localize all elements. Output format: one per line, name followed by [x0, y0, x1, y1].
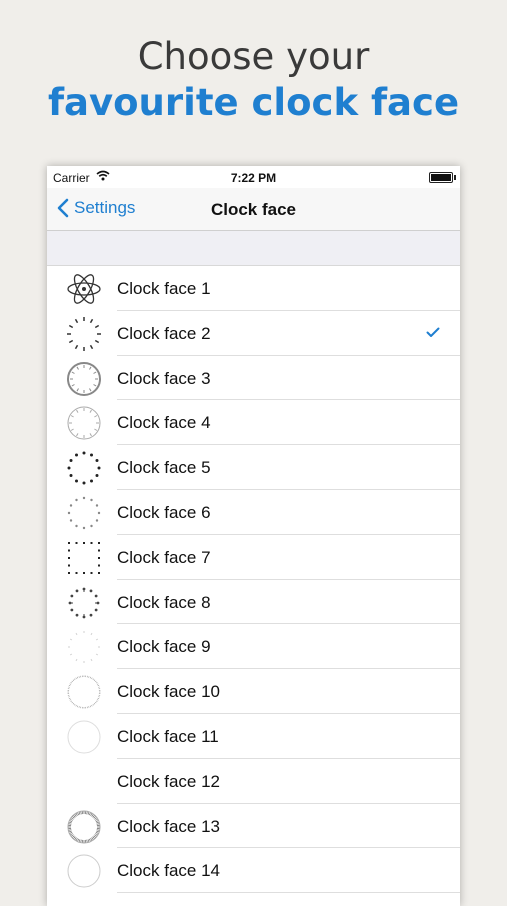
list-item[interactable]: Clock face 4 — [47, 400, 460, 445]
list-item-label: Clock face 11 — [117, 727, 219, 747]
list-item[interactable]: Clock face 6 — [47, 490, 460, 535]
phone-screen: Carrier 7:22 PM Settings Clock face Cloc… — [47, 166, 460, 906]
list-item-label: Clock face 6 — [117, 503, 211, 523]
list-item[interactable]: Clock face 10 — [47, 669, 460, 714]
thin-ring-dial-icon — [66, 405, 102, 441]
light-numeral-dial-icon — [66, 495, 102, 531]
nav-title: Clock face — [47, 200, 460, 220]
fine-tick-dial-icon — [66, 674, 102, 710]
tick-dial-icon — [66, 316, 102, 352]
status-bar: Carrier 7:22 PM — [47, 166, 460, 188]
list-item[interactable]: Clock face 13 — [47, 804, 460, 849]
list-item-label: Clock face 9 — [117, 637, 211, 657]
promo-headline: Choose your — [0, 34, 507, 80]
list-item[interactable]: Clock face 5 — [47, 445, 460, 490]
roman-ring-dial-icon — [66, 809, 102, 845]
section-header — [47, 231, 460, 266]
dot-numeral-dial-icon — [66, 585, 102, 621]
navigation-bar: Settings Clock face — [47, 188, 460, 231]
faint-ring-dial-icon — [66, 719, 102, 755]
list-item[interactable]: Clock face 12 — [47, 759, 460, 804]
list-item-label: Clock face 7 — [117, 548, 211, 568]
checkmark-icon — [426, 325, 440, 343]
atom-icon — [66, 271, 102, 307]
list-item[interactable]: Clock face 1 — [47, 266, 460, 311]
numeral-dial-icon — [66, 450, 102, 486]
row-divider — [117, 892, 460, 893]
list-item-label: Clock face 5 — [117, 458, 211, 478]
list-item-label: Clock face 3 — [117, 369, 211, 389]
list-item-label: Clock face 10 — [117, 682, 220, 702]
promo-subheadline: favourite clock face — [0, 80, 507, 126]
list-item-label: Clock face 8 — [117, 593, 211, 613]
list-item-label: Clock face 14 — [117, 861, 220, 881]
list-item[interactable]: Clock face 9 — [47, 624, 460, 669]
list-item-label: Clock face 2 — [117, 324, 211, 344]
plain-ring-dial-icon — [66, 853, 102, 889]
list-item[interactable]: Clock face 3 — [47, 356, 460, 401]
square-dot-dial-icon — [66, 540, 102, 576]
battery-icon — [429, 172, 453, 183]
list-item-label: Clock face 4 — [117, 413, 211, 433]
list-item[interactable]: Clock face 7 — [47, 535, 460, 580]
status-time: 7:22 PM — [47, 171, 460, 185]
list-item[interactable]: Clock face 2 — [47, 311, 460, 356]
list-item-label: Clock face 1 — [117, 279, 211, 299]
list-item[interactable]: Clock face 11 — [47, 714, 460, 759]
faint-dial-icon — [66, 629, 102, 665]
list-item-label: Clock face 13 — [117, 817, 220, 837]
ring-dial-icon — [66, 361, 102, 397]
list-item-label: Clock face 12 — [117, 772, 220, 792]
list-item[interactable]: Clock face 8 — [47, 580, 460, 625]
list-item[interactable]: Clock face 14 — [47, 848, 460, 893]
clock-face-list: Clock face 1 Clock face 2 Clock face 3 Cloc… — [47, 266, 460, 893]
blank-thumbnail — [66, 764, 102, 800]
